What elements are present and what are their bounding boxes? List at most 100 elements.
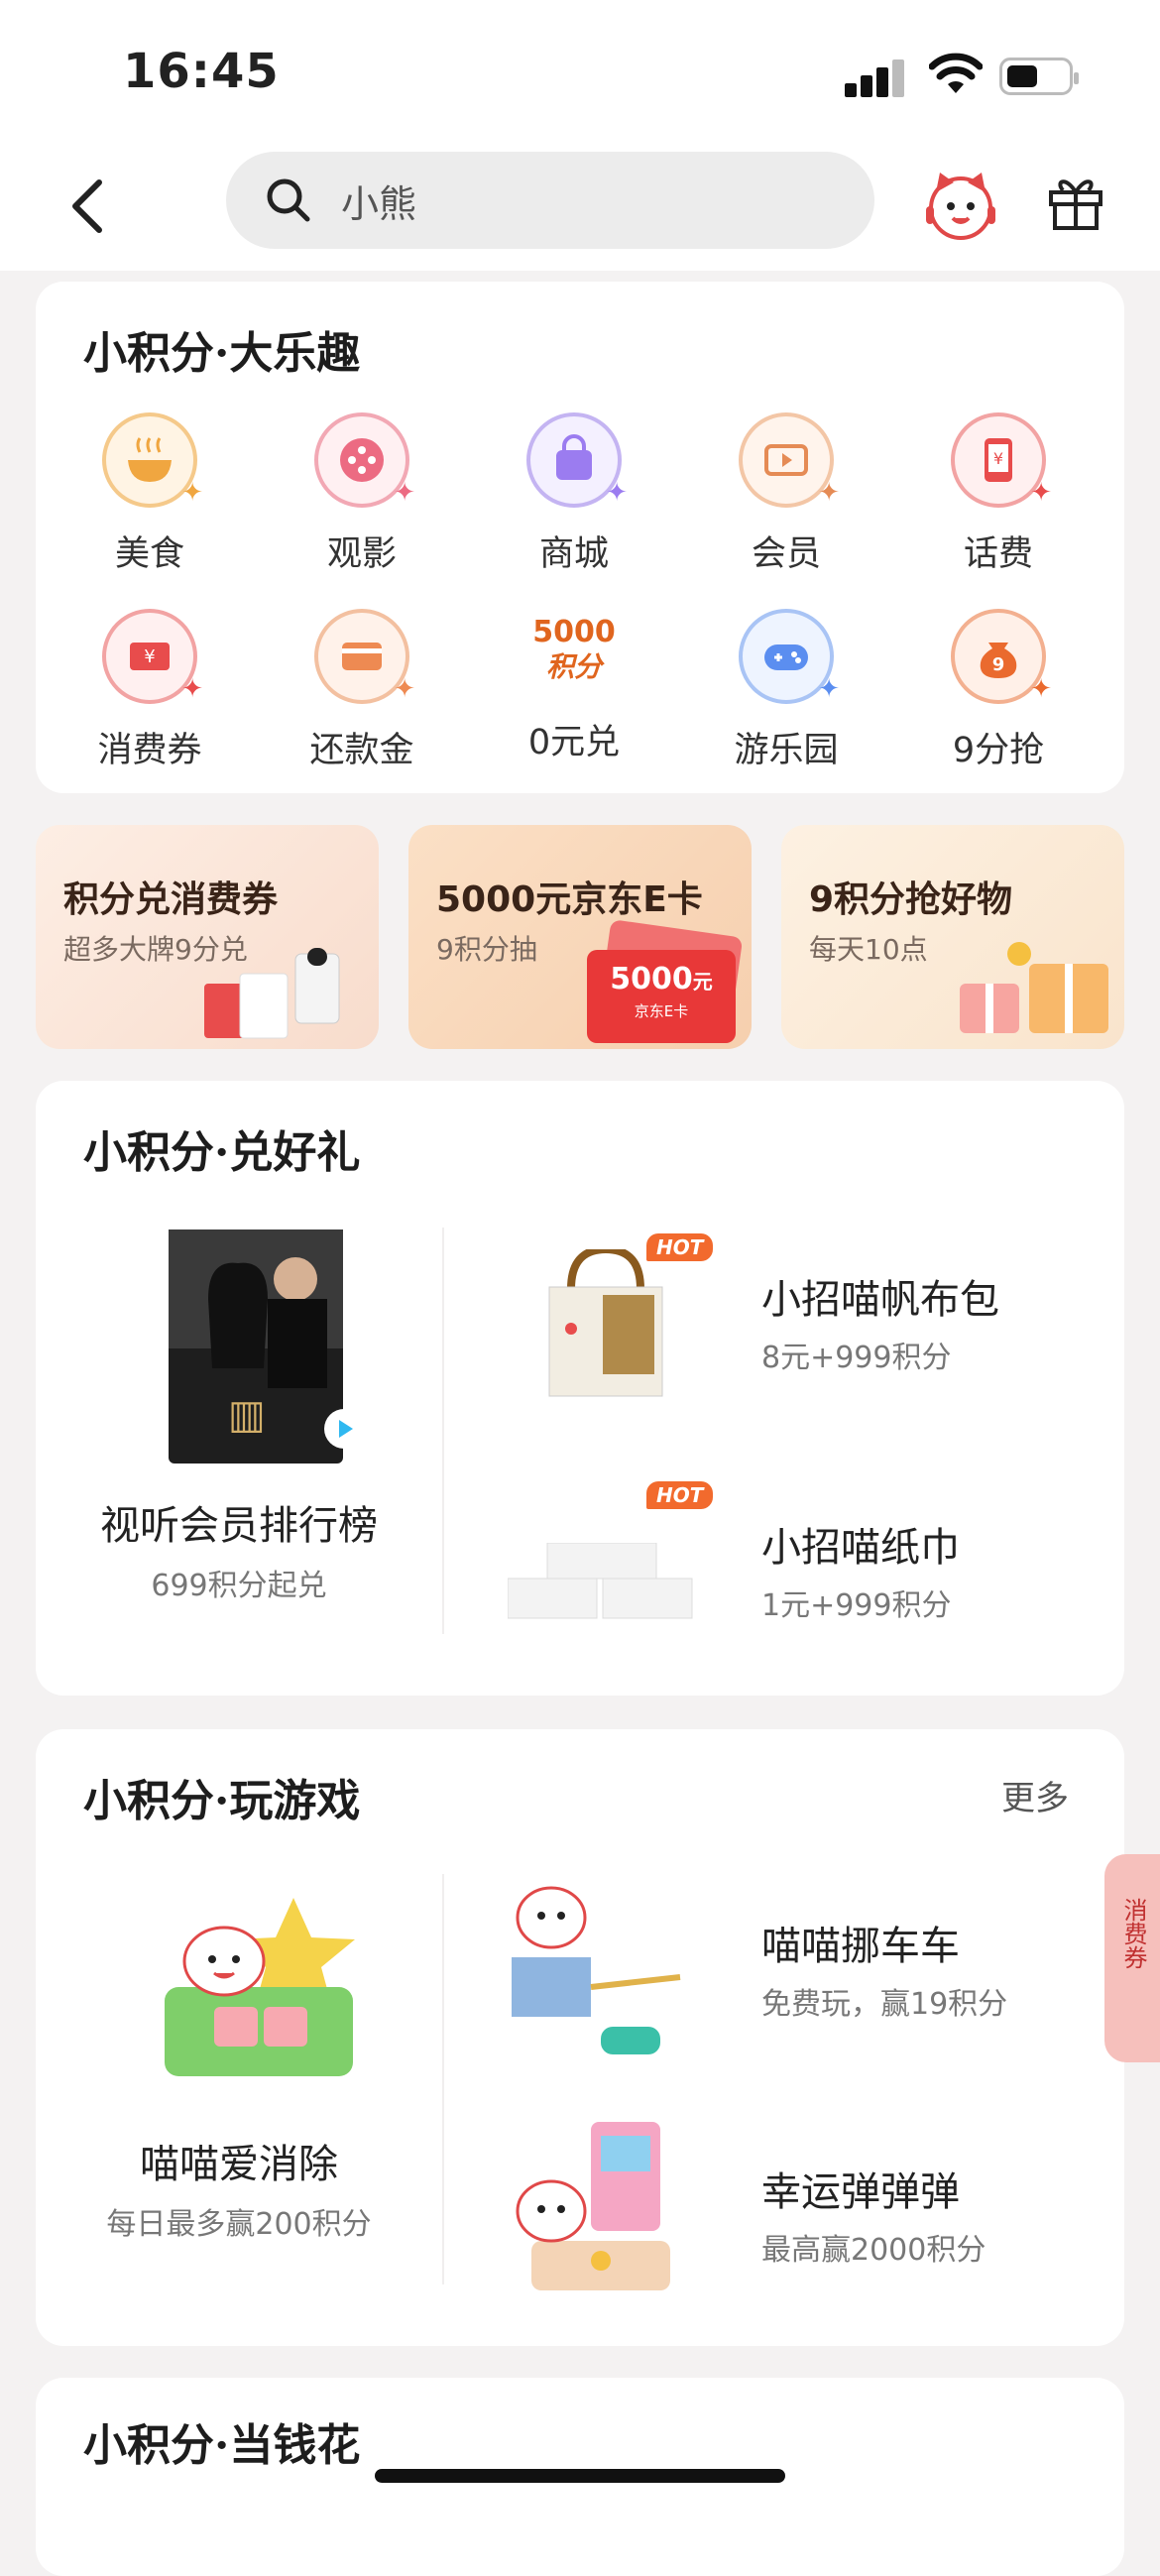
banner-title: 5000元京东E卡: [436, 879, 703, 920]
status-time: 16:45: [123, 44, 280, 99]
jd-e-card: 5000元 京东E卡: [587, 950, 736, 1043]
game-name: 喵喵爱消除: [140, 2142, 338, 2187]
svg-text:¥: ¥: [993, 449, 1003, 468]
grid-item-label: 话费: [963, 534, 1033, 574]
grid-item-movie[interactable]: ✦ 观影: [288, 412, 436, 576]
grid-item-food[interactable]: ✦ 美食: [75, 412, 224, 576]
svg-text:¥: ¥: [144, 646, 155, 667]
game-match-elimination[interactable]: 喵喵爱消除 每日最多赢200积分: [36, 1878, 442, 2294]
cat-mascot-icon[interactable]: [922, 167, 999, 244]
grid-item-label: 美食: [114, 534, 184, 574]
jd-card-unit: 元: [692, 970, 713, 994]
phone-bill-icon: ¥ ✦: [951, 412, 1052, 508]
section-title: 小积分·兑好礼: [83, 1127, 361, 1178]
floating-coupon-label: 消费券: [1119, 1898, 1147, 1969]
grid-item-label: 商城: [538, 534, 609, 574]
section-title: 小积分·玩游戏: [83, 1776, 361, 1826]
grid-item-playground[interactable]: ✦ 游乐园: [712, 609, 861, 772]
section-title: 小积分·大乐趣: [83, 328, 361, 379]
grid-item-member[interactable]: ✦ 会员: [712, 412, 861, 576]
av-member-ranking[interactable]: ▥ 视听会员排行榜 699积分起兑: [36, 1229, 442, 1646]
card-repay-icon: ✦: [314, 609, 415, 704]
jd-card-label: 京东E卡: [634, 1002, 689, 1020]
cellular-signal-icon: [845, 58, 906, 97]
grid-item-label: 还款金: [309, 731, 414, 770]
banner-title: 9积分抢好物: [809, 879, 1013, 920]
product-name: 视听会员排行榜: [100, 1503, 378, 1549]
product-price: 8元+999积分: [761, 1341, 952, 1375]
points-fun-card: 小积分·大乐趣 ✦ 美食 ✦ 观影 ✦ 商城 ✦ 会员 ¥ ✦ 话费 ¥ ✦ 消…: [36, 282, 1124, 793]
section-title: 小积分·当钱花: [83, 2420, 361, 2471]
coupon-gifts-illustration: [204, 948, 340, 1039]
product-name: 小招喵纸巾: [761, 1525, 960, 1571]
canvas-bag-image: [548, 1249, 663, 1397]
grid-item-coupon[interactable]: ¥ ✦ 消费券: [75, 609, 224, 772]
game-arcade-illustration: [516, 2122, 670, 2290]
battery-icon: [999, 58, 1079, 95]
grid-item-label: 观影: [326, 534, 397, 574]
product-canvas-bag[interactable]: HOT 小招喵帆布包 8元+999积分: [472, 1229, 1106, 1428]
hot-badge: HOT: [646, 1481, 714, 1509]
game-name: 喵喵挪车车: [761, 1924, 960, 1969]
grid-item-nine-points[interactable]: 9 ✦ 9分抢: [924, 609, 1073, 772]
gift-box-illustration: [960, 942, 1108, 1033]
banner-title: 积分兑消费券: [63, 879, 279, 920]
banner-jd-card[interactable]: 5000元京东E卡 9积分抽 5000元 京东E卡: [408, 825, 752, 1049]
grid-item-label: 0元兑: [527, 723, 621, 762]
grid-item-repay[interactable]: ✦ 还款金: [288, 609, 436, 772]
jd-card-value: 5000: [610, 962, 693, 996]
film-reel-icon: ✦: [314, 412, 415, 508]
points-badge-unit: 积分: [545, 650, 602, 683]
gift-icon[interactable]: [1045, 171, 1106, 232]
game-reward: 最高赢2000积分: [761, 2233, 986, 2268]
back-arrow-icon[interactable]: [67, 176, 107, 236]
gamepad-icon: ✦: [739, 609, 840, 704]
product-price: 699积分起兑: [151, 1569, 327, 1603]
home-indicator[interactable]: [375, 2469, 785, 2483]
grid-item-phone-bill[interactable]: ¥ ✦ 话费: [924, 412, 1073, 576]
banner-grab-goods[interactable]: 9积分抢好物 每天10点: [781, 825, 1124, 1049]
money-bag-icon: 9 ✦: [951, 609, 1052, 704]
tissue-box-image: [508, 1543, 693, 1619]
5000-points-icon: 5000 积分: [530, 609, 618, 696]
coupon-icon: ¥ ✦: [102, 609, 203, 704]
game-lucky-bounce[interactable]: 幸运弹弹弹 最高赢2000积分: [472, 2112, 1106, 2320]
search-placeholder: 小熊: [341, 182, 417, 226]
game-reward: 免费玩，赢19积分: [761, 1987, 1008, 2022]
search-bar[interactable]: 小熊: [226, 152, 874, 249]
search-icon: [267, 178, 310, 222]
column-divider: [442, 1228, 444, 1634]
grid-item-label: 会员: [751, 534, 821, 574]
wifi-icon: [929, 53, 983, 93]
more-link[interactable]: 更多: [1001, 1771, 1069, 1819]
movie-poster-image: ▥: [169, 1229, 343, 1464]
banner-coupon[interactable]: 积分兑消费券 超多大牌9分兑: [36, 825, 379, 1049]
product-name: 小招喵帆布包: [761, 1277, 999, 1323]
product-tissue[interactable]: HOT 小招喵纸巾 1元+999积分: [472, 1477, 1106, 1656]
column-divider: [442, 1874, 444, 2284]
food-bowl-icon: ✦: [102, 412, 203, 508]
points-badge-number: 5000: [532, 615, 616, 649]
banner-subtitle: 9积分抽: [436, 933, 537, 966]
banner-subtitle: 每天10点: [809, 933, 928, 966]
svg-text:▥: ▥: [228, 1392, 266, 1438]
grid-item-label: 游乐园: [734, 731, 839, 770]
hot-badge: HOT: [646, 1233, 714, 1261]
grid-item-zero-yuan[interactable]: 5000 积分 0元兑: [500, 609, 648, 764]
video-member-icon: ✦: [739, 412, 840, 508]
game-parking-illustration: [512, 1886, 681, 2054]
product-price: 1元+999积分: [761, 1588, 952, 1623]
video-play-icon: [324, 1409, 364, 1449]
grid-item-label: 9分抢: [952, 731, 1045, 770]
game-move-car[interactable]: 喵喵挪车车 免费玩，赢19积分: [472, 1868, 1106, 2076]
play-games-card: 小积分·玩游戏 更多 喵喵爱消除 每日最多赢200积分 喵喵挪车车 免费玩，赢1…: [36, 1729, 1124, 2346]
status-bar: 16:45: [0, 0, 1160, 149]
grid-item-label: 消费券: [97, 731, 202, 770]
game-cat-blocks-illustration: [165, 1898, 355, 2076]
floating-coupon-tab[interactable]: 消费券: [1104, 1854, 1160, 2062]
svg-text:9: 9: [992, 654, 1005, 675]
game-reward: 每日最多赢200积分: [106, 2207, 372, 2242]
game-name: 幸运弹弹弹: [761, 2169, 960, 2215]
grid-item-mall[interactable]: ✦ 商城: [500, 412, 648, 576]
exchange-gifts-card: 小积分·兑好礼 ▥ 视听会员排行榜 699积分起兑 HOT 小招喵帆布包 8元+…: [36, 1081, 1124, 1696]
